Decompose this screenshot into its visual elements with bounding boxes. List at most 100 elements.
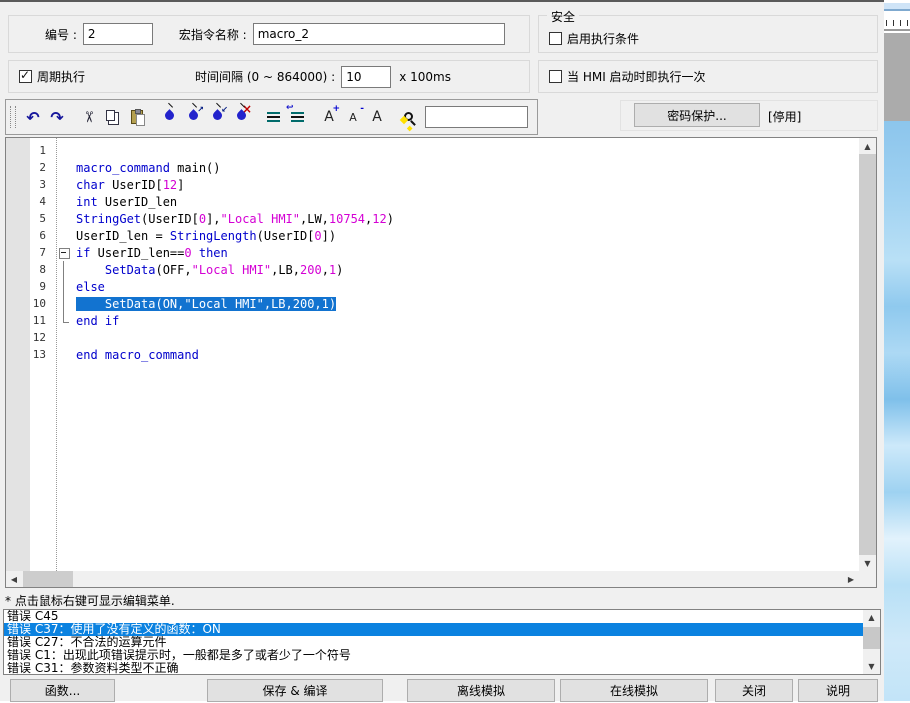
error-list[interactable]: 错误 C45错误 C37：使用了没有定义的函数：ON错误 C27：不合法的运算元… xyxy=(3,609,881,675)
error-item[interactable]: 错误 C27：不合法的运算元件 xyxy=(4,636,863,649)
close-button[interactable]: 关闭 xyxy=(715,679,793,702)
password-protect-button[interactable]: 密码保护... xyxy=(634,103,760,127)
horizontal-scrollbar-thumb[interactable] xyxy=(23,571,73,587)
code-line[interactable]: 7 if UserID_len==0 then xyxy=(6,244,858,261)
background-window-titlebar xyxy=(884,3,910,11)
periodic-label: 周期执行 xyxy=(37,68,85,85)
fold-margin xyxy=(54,312,76,329)
security-group-caption: 安全 xyxy=(547,8,579,25)
interval-unit-label: x 100ms xyxy=(399,70,451,84)
macro-id-input[interactable] xyxy=(83,23,153,45)
code-line[interactable]: 12 xyxy=(6,329,858,346)
line-number: 9 xyxy=(6,280,54,293)
bookmark-next-icon[interactable] xyxy=(181,105,205,129)
line-number: 6 xyxy=(6,229,54,242)
scroll-down-icon[interactable]: ▼ xyxy=(859,555,876,571)
vertical-scrollbar-thumb[interactable] xyxy=(859,154,876,555)
code-line[interactable]: 1 xyxy=(6,142,858,159)
fold-margin xyxy=(54,278,76,295)
line-number: 10 xyxy=(6,297,54,310)
code-line[interactable]: 9 else xyxy=(6,278,858,295)
save-compile-button[interactable]: 保存 & 编译 xyxy=(207,679,383,702)
error-item[interactable]: 错误 C45 xyxy=(4,610,863,623)
password-status-label: [停用] xyxy=(768,108,801,125)
scroll-up-icon[interactable]: ▲ xyxy=(859,138,876,154)
code-text[interactable]: else xyxy=(76,280,105,294)
run-on-startup-checkbox[interactable] xyxy=(549,70,562,83)
error-scroll-up-icon[interactable]: ▲ xyxy=(863,610,880,625)
macro-name-input[interactable] xyxy=(253,23,505,45)
scrollbar-corner xyxy=(859,571,876,587)
cut-icon[interactable]: ✂ xyxy=(77,105,101,129)
help-button[interactable]: 说明 xyxy=(798,679,878,702)
error-scroll-down-icon[interactable]: ▼ xyxy=(863,659,880,674)
fold-toggle-icon[interactable] xyxy=(54,244,76,261)
code-text[interactable]: SetData(OFF,"Local HMI",LB,200,1) xyxy=(76,263,343,277)
code-line[interactable]: 3 char UserID[12] xyxy=(6,176,858,193)
code-text[interactable]: macro_command main() xyxy=(76,161,221,175)
line-number: 2 xyxy=(6,161,54,174)
font-increase-icon[interactable]: A xyxy=(317,105,341,129)
code-text[interactable]: int UserID_len xyxy=(76,195,177,209)
code-line[interactable]: 11 end if xyxy=(6,312,858,329)
redo-icon[interactable]: ↷ xyxy=(45,105,69,129)
code-line[interactable]: 6 UserID_len = StringLength(UserID[0]) xyxy=(6,227,858,244)
periodic-group: 周期执行 时间间隔 (0 ~ 864000) : x 100ms xyxy=(8,60,530,93)
offline-sim-button[interactable]: 离线模拟 xyxy=(407,679,555,702)
code-editor[interactable]: 12macro_command main()3char UserID[12]4i… xyxy=(5,137,877,588)
paste-icon[interactable] xyxy=(125,105,149,129)
fold-margin xyxy=(54,227,76,244)
code-text[interactable]: UserID_len = StringLength(UserID[0]) xyxy=(76,229,336,243)
background-window-ruler xyxy=(884,13,910,31)
online-sim-button[interactable]: 在线模拟 xyxy=(560,679,708,702)
editor-vertical-scrollbar[interactable]: ▲ ▼ xyxy=(859,138,876,571)
code-line[interactable]: 8 SetData(OFF,"Local HMI",LB,200,1) xyxy=(6,261,858,278)
security-group: 安全 启用执行条件 xyxy=(538,15,878,53)
scroll-right-icon[interactable]: ▶ xyxy=(843,571,859,587)
enable-condition-checkbox[interactable] xyxy=(549,32,562,45)
code-line[interactable]: 4 int UserID_len xyxy=(6,193,858,210)
error-item[interactable]: 错误 C31：参数资料类型不正确 xyxy=(4,662,863,675)
indent-icon[interactable] xyxy=(261,105,285,129)
line-number: 7 xyxy=(6,246,54,259)
outdent-icon[interactable] xyxy=(285,105,309,129)
code-text[interactable]: char UserID[12] xyxy=(76,178,184,192)
undo-icon[interactable]: ↶ xyxy=(21,105,45,129)
toolbar-gripper[interactable] xyxy=(10,106,16,128)
line-number: 11 xyxy=(6,314,54,327)
selected-code-text[interactable]: SetData(ON,"Local HMI",LB,200,1) xyxy=(76,297,336,311)
search-icon[interactable] xyxy=(397,105,421,129)
code-line[interactable]: 10 SetData(ON,"Local HMI",LB,200,1) xyxy=(6,295,858,312)
editor-horizontal-scrollbar[interactable]: ◀ ▶ xyxy=(6,571,859,587)
code-area[interactable]: 12macro_command main()3char UserID[12]4i… xyxy=(6,142,858,363)
code-line[interactable]: 2 macro_command main() xyxy=(6,159,858,176)
code-text[interactable]: end if xyxy=(76,314,119,328)
code-text[interactable]: if UserID_len==0 then xyxy=(76,246,228,260)
bookmark-prev-icon[interactable] xyxy=(205,105,229,129)
macro-editor-dialog: 编号 : 宏指令名称 : 安全 启用执行条件 周期执行 时间间隔 (0 ~ 86… xyxy=(0,0,884,701)
macro-id-group: 编号 : 宏指令名称 : xyxy=(8,15,530,53)
code-text[interactable]: StringGet(UserID[0],"Local HMI",LW,10754… xyxy=(76,212,394,226)
error-list-scrollbar[interactable]: ▲ ▼ xyxy=(863,610,880,674)
bookmark-toggle-icon[interactable] xyxy=(157,105,181,129)
editor-toolbar: ↶↷ ✂ AAA xyxy=(5,99,538,135)
error-item[interactable]: 错误 C37：使用了没有定义的函数：ON xyxy=(4,623,863,636)
desktop-background xyxy=(884,0,910,701)
bookmark-clear-icon[interactable] xyxy=(229,105,253,129)
copy-icon[interactable] xyxy=(101,105,125,129)
periodic-checkbox[interactable] xyxy=(19,70,32,83)
scroll-left-icon[interactable]: ◀ xyxy=(6,571,22,587)
line-number: 4 xyxy=(6,195,54,208)
font-decrease-icon[interactable]: A xyxy=(341,105,365,129)
error-item[interactable]: 错误 C1：出现此项错误提示时，一般都是多了或者少了一个符号 xyxy=(4,649,863,662)
code-line[interactable]: 13end macro_command xyxy=(6,346,858,363)
code-line[interactable]: 5StringGet(UserID[0],"Local HMI",LW,1075… xyxy=(6,210,858,227)
font-icon[interactable]: A xyxy=(365,105,389,129)
error-scrollbar-thumb[interactable] xyxy=(863,627,880,649)
functions-button[interactable]: 函数... xyxy=(10,679,115,702)
line-number: 3 xyxy=(6,178,54,191)
ruler-ticks xyxy=(886,20,910,26)
search-input[interactable] xyxy=(425,106,528,128)
interval-input[interactable] xyxy=(341,66,391,88)
code-text[interactable]: end macro_command xyxy=(76,348,199,362)
